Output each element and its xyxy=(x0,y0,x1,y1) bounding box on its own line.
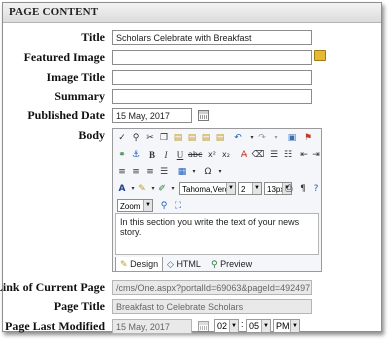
pencil-icon: ✎ xyxy=(120,260,128,270)
italic-icon[interactable]: I xyxy=(159,148,173,162)
toolbar-row-3: ≡ ≡ ≡ ☰ ▦ ▾ Ω ▾ xyxy=(115,165,319,180)
redo-dropdown-icon[interactable]: ▾ xyxy=(269,131,283,145)
chevron-down-icon: ▼ xyxy=(290,320,299,332)
chevron-down-icon: ▼ xyxy=(226,183,235,194)
calendar-icon[interactable] xyxy=(198,110,209,121)
fullscreen-icon[interactable]: ⛶ xyxy=(171,199,185,213)
bulleted-list-icon[interactable]: ☷ xyxy=(281,148,295,162)
zoom-select[interactable]: Zoom ▼ xyxy=(117,199,153,212)
spellcheck-icon[interactable]: ✓ xyxy=(115,131,129,145)
published-date-label: Published Date xyxy=(27,108,105,122)
magnifier-icon: ⚲ xyxy=(211,260,218,270)
redo-icon[interactable]: ↷ xyxy=(255,131,269,145)
paste-text-icon[interactable]: ▤ xyxy=(185,131,199,145)
paste-word-icon[interactable]: ▤ xyxy=(199,131,213,145)
calendar-icon xyxy=(198,321,209,332)
font-family-select[interactable]: Tahoma,Verd... ▼ xyxy=(179,182,236,195)
tab-design[interactable]: ✎ Design xyxy=(115,257,164,272)
align-left-icon[interactable]: ≡ xyxy=(115,165,129,179)
minute-select[interactable]: 05 ▼ xyxy=(246,319,271,333)
module-manager-icon[interactable]: ⚲ xyxy=(157,199,171,213)
page-content-panel: PAGE CONTENT Title Scholars Celebrate wi… xyxy=(0,2,382,334)
time-separator: : xyxy=(241,319,244,329)
copy-icon[interactable]: ❐ xyxy=(157,131,171,145)
link-input: /cms/One.aspx?portalId=69063&pageId=4924… xyxy=(112,280,312,295)
folder-icon[interactable] xyxy=(314,50,326,61)
help-icon[interactable]: ? xyxy=(309,182,323,196)
numbered-list-icon[interactable]: ☰ xyxy=(267,148,281,162)
image-title-input[interactable] xyxy=(112,70,312,85)
justify-icon[interactable]: ☰ xyxy=(157,165,171,179)
strikethrough-icon[interactable]: abc xyxy=(188,148,202,162)
tab-html[interactable]: ◇ HTML xyxy=(167,257,201,271)
toolbar-row-5: Zoom ▼ ⚲ ⛶ xyxy=(115,199,319,214)
symbol-dropdown-icon[interactable]: ▾ xyxy=(213,165,227,179)
published-date-input[interactable]: 15 May, 2017 xyxy=(112,108,192,123)
align-center-icon[interactable]: ≡ xyxy=(129,165,143,179)
last-modified-label: Page Last Modified xyxy=(5,319,105,333)
format-brush-dropdown-icon[interactable]: ▾ xyxy=(166,182,180,196)
paragraph-icon[interactable]: ¶ xyxy=(296,182,310,196)
cut-icon[interactable]: ✂ xyxy=(143,131,157,145)
body-label: Body xyxy=(78,128,105,142)
last-modified-date-input: 15 May, 2017 xyxy=(112,319,192,334)
chevron-down-icon: ▼ xyxy=(261,320,270,332)
title-label: Title xyxy=(81,30,105,44)
underline-icon[interactable]: U xyxy=(173,148,187,162)
format-stripper-icon[interactable]: A̶ xyxy=(237,148,251,162)
page-title-input: Breakfast to Celebrate Scholars xyxy=(112,299,312,314)
section-header: PAGE CONTENT xyxy=(3,3,381,23)
title-input[interactable]: Scholars Celebrate with Breakfast xyxy=(112,30,312,45)
print-icon[interactable]: ⎙ xyxy=(282,182,296,196)
superscript-icon[interactable]: x² xyxy=(205,148,219,162)
editor-mode-tabs: ✎ Design ◇ HTML ⚲ Preview xyxy=(113,257,321,272)
flash-icon[interactable]: ⚑ xyxy=(301,131,315,145)
paste-html-icon[interactable]: ▤ xyxy=(213,131,227,145)
find-icon[interactable]: ⚲ xyxy=(129,131,143,145)
toolbar-row-2: ⚭ ⚓ B I U abc x² x₂ A̶ ⌫ ☰ ☷ ⇤ ⇥ xyxy=(115,148,320,163)
featured-image-input[interactable] xyxy=(112,50,312,65)
hour-value: 02 xyxy=(217,321,228,331)
image-title-label: Image Title xyxy=(46,70,105,84)
font-size-select[interactable]: 2 ▼ xyxy=(238,182,262,195)
code-icon: ◇ xyxy=(167,260,174,270)
chevron-down-icon: ▼ xyxy=(229,320,238,332)
editor-content-area[interactable]: In this section you write the text of yo… xyxy=(115,213,319,255)
link-label: Link of Current Page xyxy=(0,280,105,294)
table-dropdown-icon[interactable]: ▾ xyxy=(187,165,201,179)
minute-value: 05 xyxy=(249,321,260,331)
indent-icon[interactable]: ⇥ xyxy=(309,148,323,162)
undo-icon[interactable]: ↶ xyxy=(231,131,245,145)
bold-icon[interactable]: B xyxy=(145,148,159,162)
page-title-label: Page Title xyxy=(53,299,105,313)
tab-preview-label: Preview xyxy=(220,259,253,269)
summary-input[interactable] xyxy=(112,89,312,104)
featured-image-label: Featured Image xyxy=(23,50,105,64)
toolbar-row-1: ✓ ⚲ ✂ ❐ ▤ ▤ ▤ ▤ ↶ ▾ ↷ ▾ ▣ ⚑ xyxy=(115,131,319,146)
align-right-icon[interactable]: ≡ xyxy=(143,165,157,179)
font-size-value: 2 xyxy=(241,185,246,194)
summary-label: Summary xyxy=(54,89,105,103)
chevron-down-icon: ▼ xyxy=(252,183,261,194)
section-title: PAGE CONTENT xyxy=(9,6,99,18)
hour-select[interactable]: 02 ▼ xyxy=(214,319,239,333)
chevron-down-icon: ▼ xyxy=(143,200,152,211)
link-icon[interactable]: ⚭ xyxy=(115,148,129,162)
ampm-value: PM xyxy=(276,321,290,331)
ampm-select[interactable]: PM ▼ xyxy=(273,319,300,333)
clear-format-icon[interactable]: ⌫ xyxy=(251,148,265,162)
tab-preview[interactable]: ⚲ Preview xyxy=(211,257,252,271)
rich-text-editor: ✓ ⚲ ✂ ❐ ▤ ▤ ▤ ▤ ↶ ▾ ↷ ▾ ▣ ⚑ ⚭ ⚓ B I U ab… xyxy=(112,128,322,272)
tab-design-label: Design xyxy=(130,259,159,269)
paste-icon[interactable]: ▤ xyxy=(171,131,185,145)
image-icon[interactable]: ▣ xyxy=(285,131,299,145)
zoom-value: Zoom xyxy=(120,202,141,211)
anchor-icon[interactable]: ⚓ xyxy=(129,148,143,162)
subscript-icon[interactable]: x₂ xyxy=(219,148,233,162)
tab-html-label: HTML xyxy=(176,259,201,269)
